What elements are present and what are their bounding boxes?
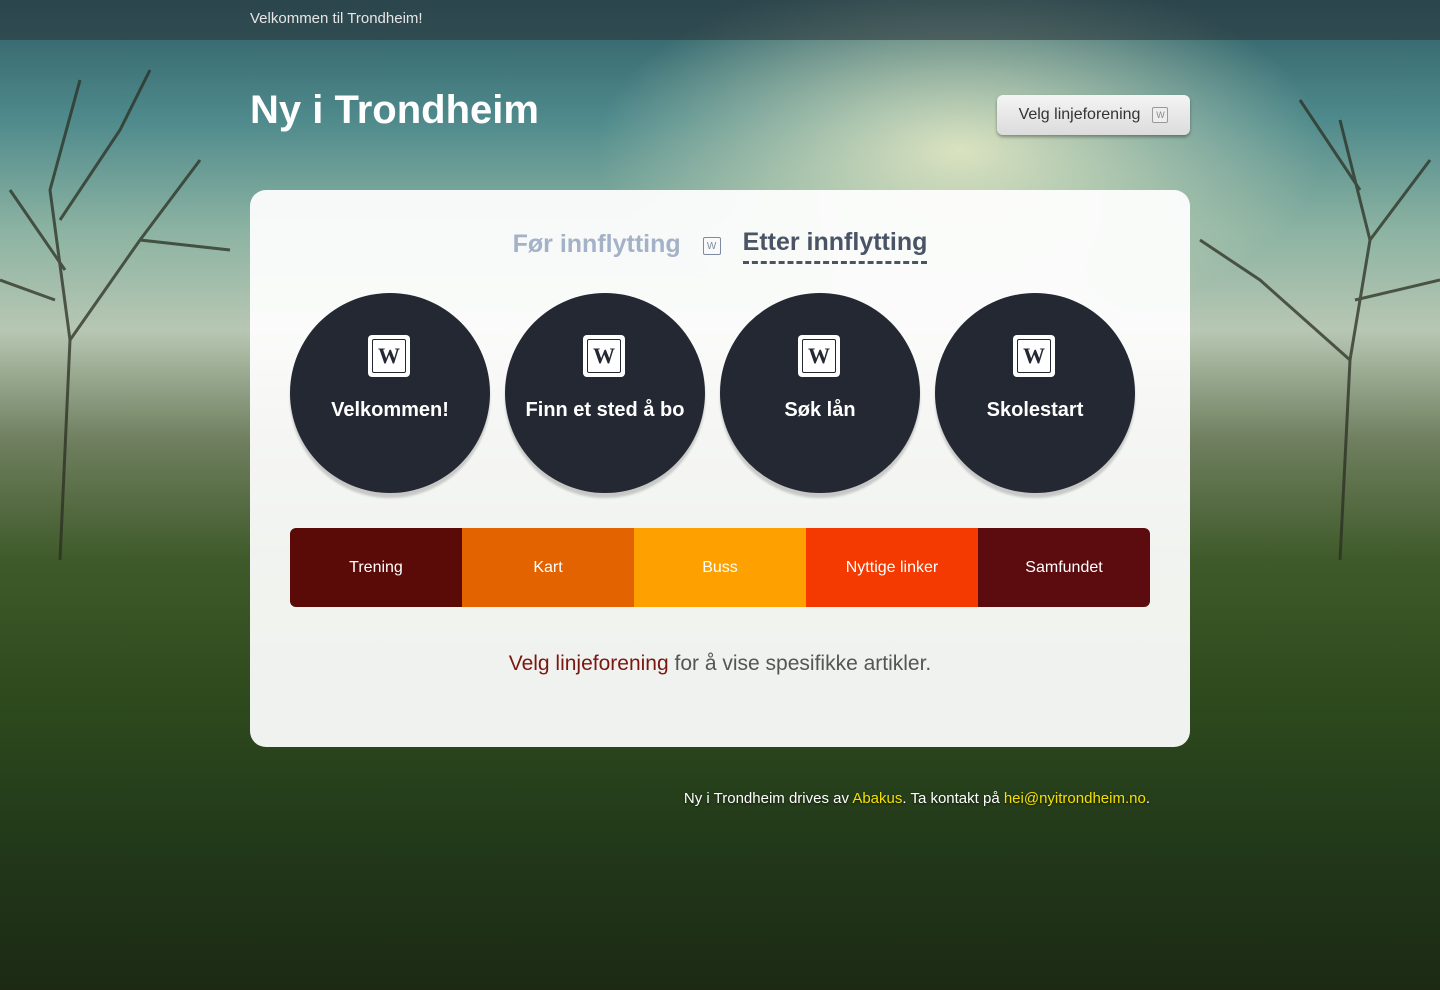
- footer-middle: . Ta kontakt på: [902, 790, 1004, 807]
- category-skolestart[interactable]: W Skolestart: [935, 293, 1135, 493]
- quicklink-kart[interactable]: Kart: [462, 528, 634, 607]
- footer: Ny i Trondheim drives av Abakus. Ta kont…: [684, 790, 1150, 807]
- info-note: Velg linjeforening for å vise spesifikke…: [250, 652, 1190, 676]
- background-tree-left: [0, 69, 231, 560]
- quicklink-trening[interactable]: Trening: [290, 528, 462, 607]
- info-note-text: for å vise spesifikke artikler.: [668, 652, 932, 675]
- footer-email-link[interactable]: hei@nyitrondheim.no: [1004, 790, 1146, 807]
- category-label: Finn et sted å bo: [525, 399, 685, 421]
- category-velkommen[interactable]: W Velkommen!: [290, 293, 490, 493]
- select-linjeforening-label: Velg linjeforening: [1018, 106, 1141, 123]
- abakus-logo-icon: W: [368, 335, 410, 377]
- quicklink-nyttige-linker[interactable]: Nyttige linker: [806, 528, 978, 607]
- category-circles: W Velkommen! W Finn et sted å bo W Søk l…: [290, 293, 1150, 493]
- category-label: Velkommen!: [331, 399, 449, 421]
- tab-before-moving[interactable]: Før innflytting: [513, 230, 681, 263]
- abakus-logo-icon: W: [1013, 335, 1055, 377]
- abakus-logo-icon: W: [702, 237, 721, 255]
- top-bar: Velkommen til Trondheim!: [0, 0, 1440, 40]
- tab-after-moving[interactable]: Etter innflytting: [742, 228, 928, 264]
- velg-linjeforening-link[interactable]: Velg linjeforening: [509, 652, 669, 675]
- page-title: Ny i Trondheim: [250, 88, 539, 132]
- footer-suffix: .: [1145, 790, 1150, 807]
- category-label: Skolestart: [986, 399, 1084, 421]
- category-finn-bosted[interactable]: W Finn et sted å bo: [505, 293, 705, 493]
- footer-org-link[interactable]: Abakus: [852, 790, 902, 807]
- welcome-text: Velkommen til Trondheim!: [250, 10, 423, 27]
- phase-tabs: Før innflytting W Etter innflytting: [250, 228, 1190, 264]
- category-label: Søk lån: [784, 399, 856, 421]
- abakus-logo-icon: W: [798, 335, 840, 377]
- abakus-logo-icon: W: [583, 335, 625, 377]
- quicklink-buss[interactable]: Buss: [634, 528, 806, 607]
- abakus-logo-icon: W: [1152, 107, 1169, 123]
- quick-links-bar: Trening Kart Buss Nyttige linker Samfund…: [290, 528, 1150, 607]
- select-linjeforening-button[interactable]: Velg linjeforening W: [997, 95, 1190, 135]
- quicklink-samfundet[interactable]: Samfundet: [978, 528, 1150, 607]
- footer-prefix: Ny i Trondheim drives av: [683, 790, 853, 807]
- category-sok-lan[interactable]: W Søk lån: [720, 293, 920, 493]
- main-panel: Før innflytting W Etter innflytting W Ve…: [250, 190, 1190, 747]
